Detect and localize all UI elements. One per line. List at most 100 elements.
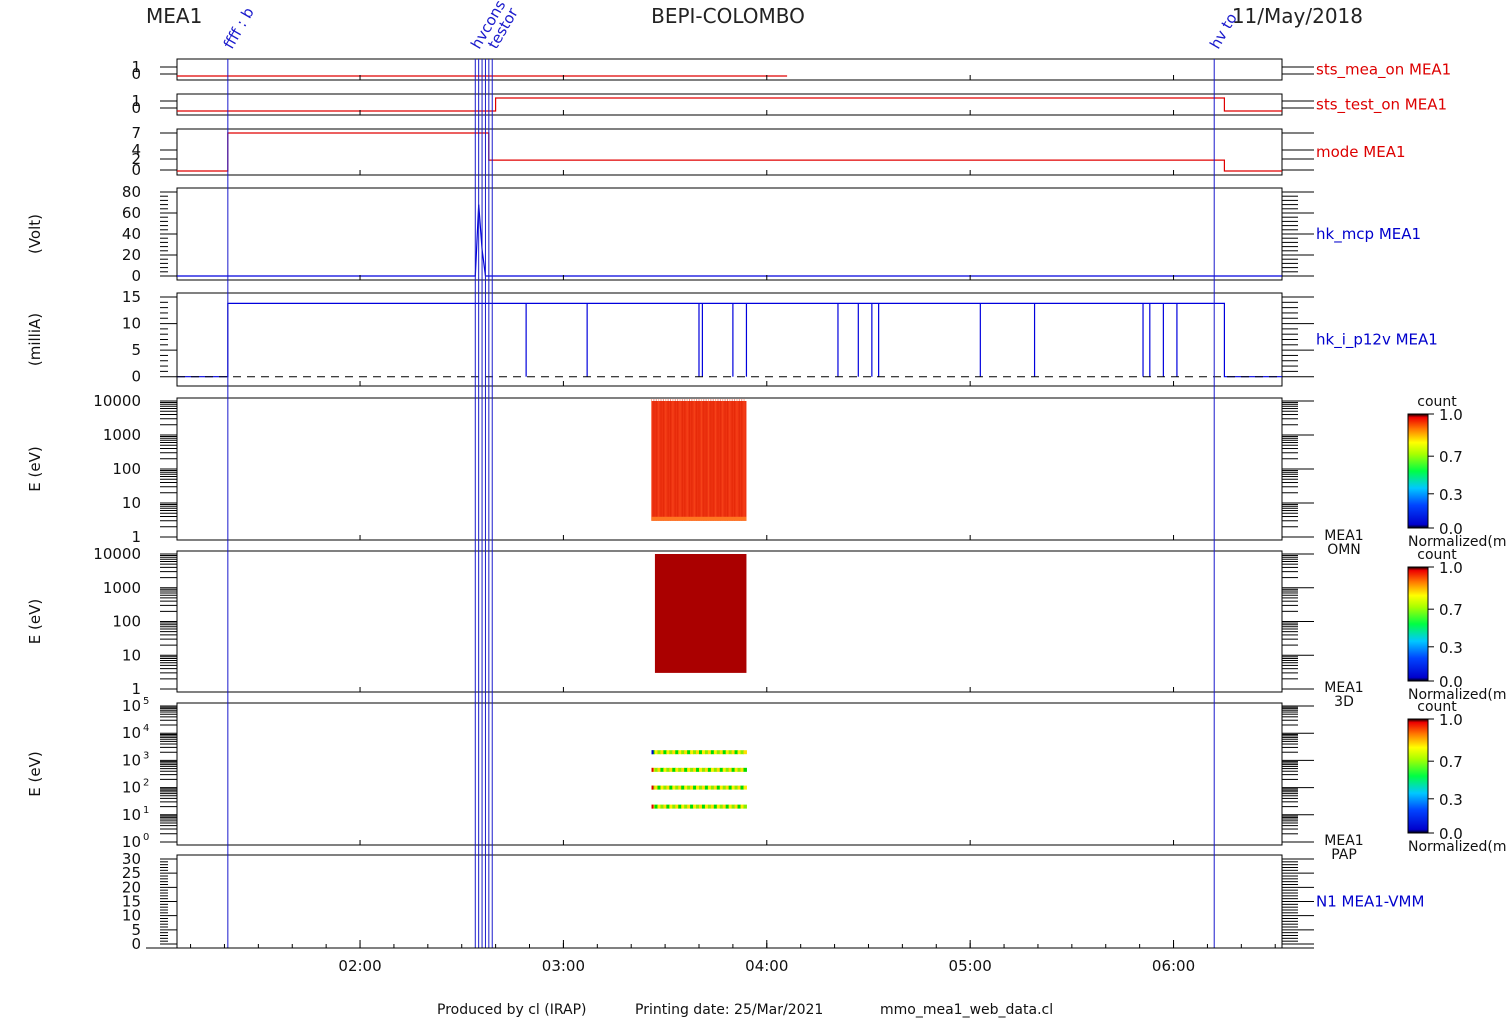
ytick-label: 100: [112, 460, 141, 478]
panel-frame: [176, 58, 1283, 81]
series-line: [177, 204, 1282, 277]
pap-band-segment: [740, 804, 744, 809]
pap-band-segment: [657, 804, 661, 809]
colorbars-layer: count1.00.70.30.0Normalized(mcount1.00.7…: [1407, 394, 1507, 855]
spectrogram-block: [654, 554, 747, 673]
panel-label-bottom: 3D: [1334, 694, 1354, 710]
ytick-exponent: 2: [143, 778, 149, 789]
pap-band-segment: [743, 750, 747, 755]
pap-band-segment: [687, 785, 691, 790]
pap-band-segment: [719, 767, 724, 772]
ytick-label: 10: [122, 779, 141, 797]
pap-band-segment: [713, 750, 718, 755]
time-tick-label: 06:00: [1152, 957, 1195, 975]
pap-band-segment: [707, 750, 712, 755]
ytick-label: 10000: [93, 392, 141, 410]
ytick-label: 40: [122, 225, 141, 243]
ytick-label: 0: [131, 161, 141, 179]
ytick-label: 10: [122, 833, 141, 851]
panels-layer: 10 sts_mea_on MEA110 sts_test_on MEA17420m…: [26, 58, 1451, 953]
pap-band-segment: [722, 767, 727, 772]
y-axis-title: E (eV): [26, 599, 44, 644]
pap-band-segment: [716, 785, 721, 790]
pap-band-segment: [663, 785, 667, 790]
pap-band-start: [651, 804, 654, 809]
pap-band-segment: [737, 804, 742, 809]
time-axis: 02:00 03:00 04:00 05:00 06:00: [146, 940, 1314, 975]
colorbar-gradient: [1407, 718, 1429, 834]
pap-band-segment: [725, 767, 730, 772]
pap-band-segment: [725, 804, 730, 809]
pap-band-segment: [666, 785, 670, 790]
pap-band-segment: [743, 804, 747, 809]
mission-title: BEPI-COLOMBO: [651, 4, 805, 28]
pap-band-segment: [663, 804, 667, 809]
pap-band-segment: [740, 750, 744, 755]
panel-frame: [176, 187, 1283, 281]
ytick-label: 1: [131, 528, 141, 546]
pap-band-segment: [693, 804, 697, 809]
pap-band-segment: [704, 785, 709, 790]
panel-hk_i_p12v: 15 10 5 0 (milliA) hk_i_p12v MEA1: [26, 288, 1438, 387]
pap-band-segment: [737, 767, 742, 772]
pap-band-segment: [678, 767, 682, 772]
pap-band-segment: [666, 804, 670, 809]
pap-band-segment: [710, 750, 715, 755]
series-label: sts_test_on MEA1: [1316, 96, 1447, 115]
colorbar-label: Normalized(m: [1408, 839, 1507, 855]
pap-band-start: [651, 750, 654, 755]
panel-frame: [176, 93, 1283, 116]
ytick-exponent: 3: [143, 750, 149, 761]
pap-band-segment: [734, 767, 739, 772]
pap-band-segment: [666, 767, 670, 772]
pap-band-segment: [672, 785, 676, 790]
pap-band-segment: [731, 767, 736, 772]
pap-band-segment: [701, 785, 706, 790]
colorbar-gradient: [1407, 413, 1429, 529]
pap-band-segment: [731, 785, 736, 790]
pap-band-segment: [657, 785, 661, 790]
pap-band-segment: [710, 767, 715, 772]
series-line: [177, 302, 1282, 378]
panel-frame: [176, 702, 1283, 846]
pap-band-segment: [693, 785, 697, 790]
time-tick-label: 03:00: [542, 957, 585, 975]
footer-produced-by: Produced by cl (IRAP): [437, 1002, 587, 1018]
panel-frame: [176, 854, 1283, 949]
panel-frame: [176, 292, 1283, 387]
pap-band-start: [651, 767, 654, 772]
ytick-label: 10: [122, 806, 141, 824]
pap-band-segment: [716, 750, 721, 755]
pap-band-segment: [669, 785, 673, 790]
pap-band-segment: [728, 785, 733, 790]
pap-band-segment: [734, 750, 739, 755]
pap-band-segment: [687, 750, 691, 755]
pap-band-segment: [716, 804, 721, 809]
panel-frame: [176, 128, 1283, 176]
pap-band-segment: [698, 750, 703, 755]
pap-band-segment: [675, 750, 679, 755]
pap-band-segment: [684, 750, 688, 755]
pap-band-start: [651, 785, 654, 790]
time-tick-label: 02:00: [338, 957, 381, 975]
footer-script: mmo_mea1_web_data.cl: [880, 1002, 1053, 1018]
ytick-label: 60: [122, 204, 141, 222]
pap-band-segment: [654, 767, 658, 772]
pap-band-segment: [722, 785, 727, 790]
ytick-label: 20: [122, 246, 141, 264]
pap-band-segment: [707, 804, 712, 809]
ytick-exponent: 0: [143, 832, 149, 843]
pap-band-segment: [722, 804, 727, 809]
pap-band-segment: [687, 804, 691, 809]
pap-band-segment: [731, 804, 736, 809]
colorbar-tick-label: 0.7: [1439, 753, 1463, 771]
pap-band-segment: [675, 785, 679, 790]
pap-band-segment: [725, 785, 730, 790]
series-label: hk_mcp MEA1: [1316, 225, 1421, 244]
y-axis-title: (milliA): [26, 313, 44, 366]
pap-band-segment: [690, 785, 694, 790]
pap-band-segment: [660, 785, 664, 790]
pap-band-segment: [654, 804, 658, 809]
pap-band-segment: [722, 750, 727, 755]
colorbar-tick-label: 0.3: [1439, 486, 1463, 504]
